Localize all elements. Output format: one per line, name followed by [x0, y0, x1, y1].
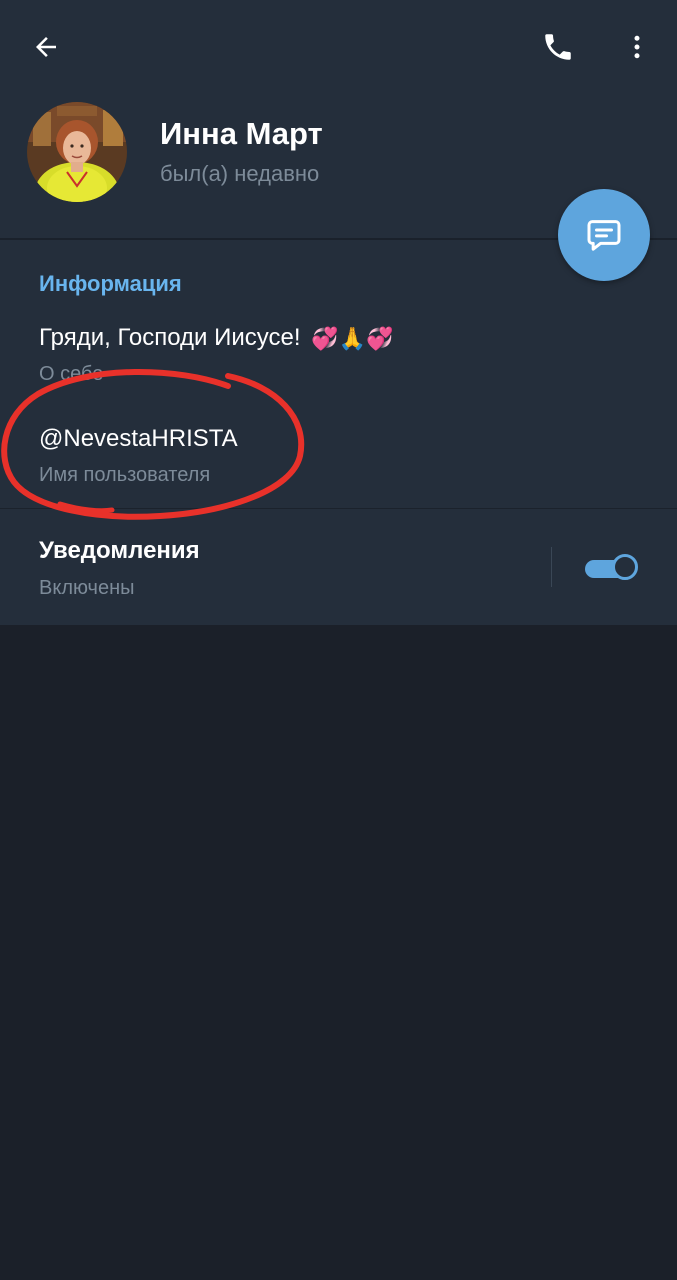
username-value: @NevestaHRISTA	[39, 425, 238, 452]
avatar[interactable]	[27, 102, 127, 202]
telegram-profile-screen: Инна Март был(а) недавно Информация Гряд…	[0, 0, 677, 1280]
toggle-knob	[612, 554, 638, 580]
more-options-button[interactable]	[609, 19, 665, 75]
notifications-status: Включены	[39, 577, 135, 599]
bio-text: Гряди, Господи Иисусе! 💞🙏💞	[39, 324, 393, 352]
profile-name: Инна Март	[160, 116, 323, 151]
info-section: Информация Гряди, Господи Иисусе! 💞🙏💞 О …	[0, 240, 677, 625]
bio-row[interactable]: Гряди, Господи Иисусе! 💞🙏💞 О себе	[0, 312, 677, 392]
phone-icon	[545, 34, 571, 60]
send-message-button[interactable]	[558, 189, 650, 281]
back-button[interactable]	[18, 19, 74, 75]
message-icon	[587, 220, 621, 251]
notifications-toggle[interactable]	[585, 553, 641, 583]
emoji-hearts-pray-icon: 💞🙏💞	[311, 325, 394, 351]
bio-text-value: Гряди, Господи Иисусе!	[39, 324, 301, 351]
username-row[interactable]: @NevestaHRISTA Имя пользователя	[0, 410, 677, 500]
bio-label: О себе	[39, 363, 104, 385]
notifications-row[interactable]: Уведомления Включены	[0, 518, 677, 618]
username-label: Имя пользователя	[39, 464, 211, 486]
profile-photo	[27, 102, 127, 202]
last-seen-status: был(а) недавно	[160, 161, 320, 186]
arrow-left-icon	[36, 37, 56, 57]
more-vertical-icon	[634, 35, 640, 59]
call-button[interactable]	[530, 19, 586, 75]
vertical-divider	[551, 547, 552, 587]
row-divider	[0, 508, 677, 509]
section-title-info: Информация	[39, 271, 182, 296]
notifications-title: Уведомления	[39, 537, 200, 564]
